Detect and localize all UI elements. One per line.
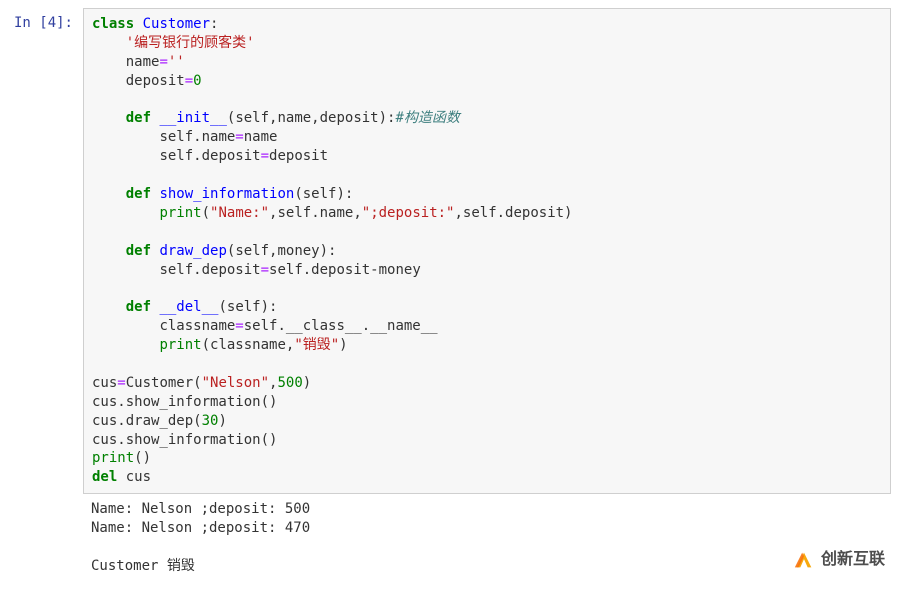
indent bbox=[92, 54, 126, 70]
args: (classname, bbox=[202, 337, 295, 353]
indent bbox=[92, 110, 126, 126]
watermark-text: 创新互联 bbox=[821, 549, 885, 571]
eq: = bbox=[235, 129, 243, 145]
indent bbox=[92, 243, 126, 259]
fn-name: draw_dep bbox=[159, 243, 226, 259]
indent bbox=[92, 129, 159, 145]
eq: = bbox=[261, 262, 269, 278]
comment: #构造函数 bbox=[395, 110, 459, 126]
out-line: Name: Nelson ;deposit: 500 bbox=[91, 501, 310, 517]
eq: = bbox=[159, 54, 167, 70]
fn-name: show_information bbox=[159, 186, 294, 202]
output-cell: Name: Nelson ;deposit: 500 Name: Nelson … bbox=[8, 494, 891, 582]
indent bbox=[92, 205, 159, 221]
attr: deposit bbox=[126, 73, 185, 89]
string: ";deposit:" bbox=[362, 205, 455, 221]
code-input[interactable]: class Customer: '编写银行的顾客类' name='' depos… bbox=[83, 8, 891, 494]
fn-name: __del__ bbox=[159, 299, 218, 315]
eq: = bbox=[185, 73, 193, 89]
rhs: deposit bbox=[269, 148, 328, 164]
rhs: self.__class__.__name__ bbox=[244, 318, 438, 334]
args: ,self.deposit) bbox=[454, 205, 572, 221]
input-prompt: In [4]: bbox=[8, 8, 83, 33]
keyword-def: def bbox=[126, 243, 151, 259]
string: "Name:" bbox=[210, 205, 269, 221]
space bbox=[117, 469, 125, 485]
lhs: classname bbox=[159, 318, 235, 334]
string: '' bbox=[168, 54, 185, 70]
indent bbox=[92, 186, 126, 202]
keyword-class: class bbox=[92, 16, 134, 32]
number: 0 bbox=[193, 73, 201, 89]
lhs: self.deposit bbox=[159, 262, 260, 278]
number: 30 bbox=[202, 413, 219, 429]
lhs: self.deposit bbox=[159, 148, 260, 164]
indent bbox=[92, 299, 126, 315]
keyword-def: def bbox=[126, 186, 151, 202]
string: "销毁" bbox=[294, 337, 339, 353]
attr: name bbox=[126, 54, 160, 70]
keyword-del: del bbox=[92, 469, 117, 485]
keyword-def: def bbox=[126, 110, 151, 126]
out-line: Customer 销毁 bbox=[91, 558, 195, 574]
watermark: 创新互联 bbox=[793, 549, 885, 571]
call: Customer( bbox=[126, 375, 202, 391]
out-line: Name: Nelson ;deposit: 470 bbox=[91, 520, 310, 536]
eq: = bbox=[235, 318, 243, 334]
lhs: cus bbox=[92, 375, 117, 391]
eq: = bbox=[117, 375, 125, 391]
colon: : bbox=[210, 16, 218, 32]
paren: ) bbox=[303, 375, 311, 391]
string: "Nelson" bbox=[202, 375, 269, 391]
keyword-def: def bbox=[126, 299, 151, 315]
rhs: name bbox=[244, 129, 278, 145]
stmt: cus.show_information() bbox=[92, 432, 277, 448]
number: 500 bbox=[277, 375, 302, 391]
stmt: cus.show_information() bbox=[92, 394, 277, 410]
signature: (self): bbox=[294, 186, 353, 202]
call: cus.draw_dep( bbox=[92, 413, 202, 429]
class-name: Customer bbox=[143, 16, 210, 32]
paren: ( bbox=[202, 205, 210, 221]
fn-name: __init__ bbox=[159, 110, 226, 126]
rhs: self.deposit-money bbox=[269, 262, 421, 278]
builtin-print: print bbox=[159, 205, 201, 221]
indent bbox=[92, 148, 159, 164]
stdout: Name: Nelson ;deposit: 500 Name: Nelson … bbox=[83, 494, 891, 582]
builtin-print: print bbox=[159, 337, 201, 353]
output-prompt bbox=[8, 494, 83, 500]
docstring: '编写银行的顾客类' bbox=[126, 35, 255, 51]
builtin-print: print bbox=[92, 450, 134, 466]
space bbox=[134, 16, 142, 32]
indent bbox=[92, 318, 159, 334]
paren: () bbox=[134, 450, 151, 466]
input-cell: In [4]: class Customer: '编写银行的顾客类' name=… bbox=[8, 8, 891, 494]
logo-icon bbox=[793, 549, 815, 571]
signature: (self,money): bbox=[227, 243, 337, 259]
lhs: self.name bbox=[159, 129, 235, 145]
indent bbox=[92, 35, 126, 51]
indent bbox=[92, 337, 159, 353]
eq: = bbox=[261, 148, 269, 164]
signature: (self,name,deposit): bbox=[227, 110, 396, 126]
paren: ) bbox=[218, 413, 226, 429]
args: ,self.name, bbox=[269, 205, 362, 221]
indent bbox=[92, 262, 159, 278]
indent bbox=[92, 73, 126, 89]
ident: cus bbox=[126, 469, 151, 485]
paren: ) bbox=[339, 337, 347, 353]
signature: (self): bbox=[218, 299, 277, 315]
